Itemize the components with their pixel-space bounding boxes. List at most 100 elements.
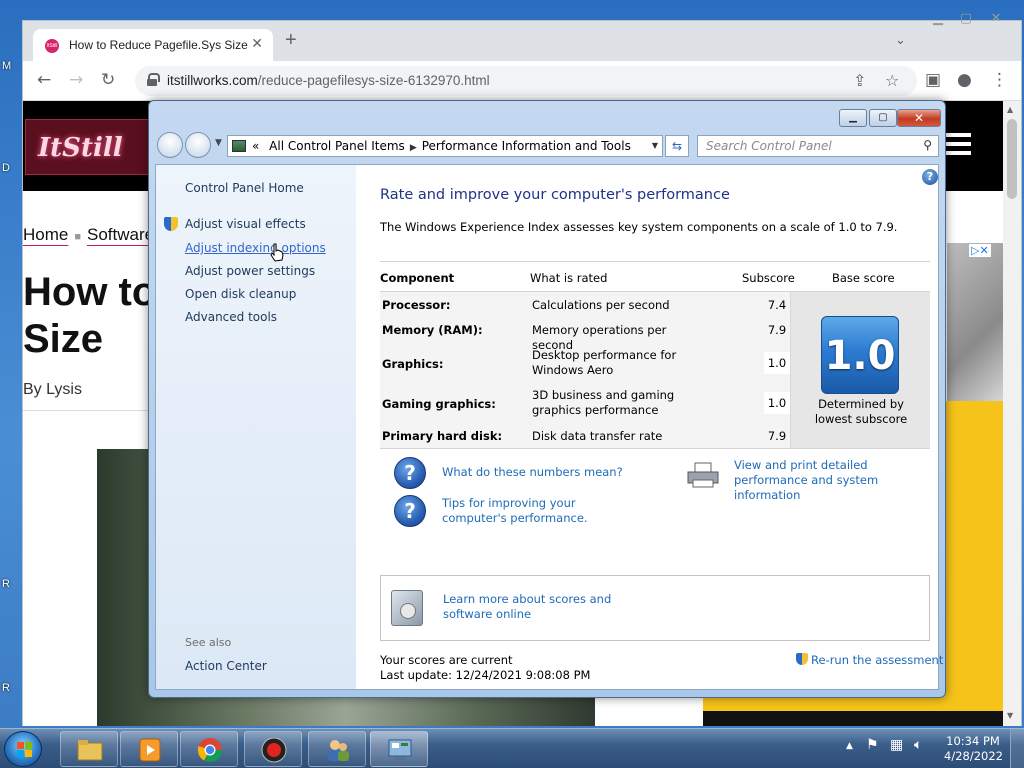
desktop-edge-text: R	[2, 682, 10, 694]
subscore-value: 7.4	[767, 298, 787, 312]
chrome-icon	[197, 738, 222, 763]
taskbar-control-panel-button[interactable]	[370, 731, 428, 767]
breadcrumb-overflow-icon[interactable]: «	[252, 139, 259, 153]
breadcrumb-arrow-icon[interactable]: ▶	[410, 143, 417, 153]
control-panel-icon	[388, 739, 412, 760]
help-icon[interactable]: ?	[922, 169, 938, 185]
new-tab-button[interactable]: +	[285, 29, 297, 52]
breadcrumb-all-items[interactable]: All Control Panel Items	[269, 139, 405, 153]
tips-for-improving-link[interactable]: Tips for improving your computer's perfo…	[442, 496, 642, 526]
view-and-print-details-link[interactable]: View and print detailed performance and …	[734, 458, 934, 503]
taskbar-recorder-button[interactable]	[244, 731, 302, 767]
scores-table: Processor: Calculations per second 7.4 M…	[380, 291, 930, 449]
url-path: /reduce-pagefilesys-size-6132970.html	[257, 73, 490, 88]
site-logo[interactable]: ItStill	[25, 119, 155, 175]
rerun-assessment-label: Re-run the assessment	[811, 653, 944, 667]
advanced-tools-link[interactable]: Advanced tools	[185, 310, 277, 324]
ad-image[interactable]	[947, 243, 1003, 403]
volume-icon[interactable]: 🔈︎	[914, 737, 922, 753]
component-name: Graphics:	[382, 357, 444, 371]
uac-shield-icon	[164, 217, 178, 233]
address-bar[interactable]: « All Control Panel Items ▶ Performance In…	[227, 135, 663, 157]
breadcrumb-software-link[interactable]: Software	[87, 225, 154, 244]
column-header-base-score: Base score	[832, 271, 895, 285]
minimize-icon[interactable]: ▁	[926, 12, 950, 28]
maximize-button[interactable]: ▢	[869, 109, 897, 127]
taskbar-users-button[interactable]	[308, 731, 366, 767]
action-center-flag-icon[interactable]: ⚑	[866, 737, 879, 753]
close-icon[interactable]: ✕	[984, 12, 1008, 28]
scores-current-text: Your scores are current	[380, 653, 513, 667]
lock-icon[interactable]	[147, 73, 160, 86]
scroll-down-icon[interactable]: ▼	[1007, 711, 1013, 720]
search-control-panel-input[interactable]: Search Control Panel ⚲	[697, 135, 939, 157]
reload-icon[interactable]: ↻	[101, 70, 115, 90]
what-is-rated: 3D business and gaming graphics performa…	[532, 388, 675, 417]
what-is-rated: Desktop performance for Windows Aero	[532, 348, 677, 377]
divider	[23, 410, 163, 411]
last-update-text: Last update: 12/24/2021 9:08:08 PM	[380, 668, 591, 682]
action-center-link[interactable]: Action Center	[185, 659, 267, 673]
back-arrow-icon[interactable]: ←	[37, 70, 51, 90]
network-icon[interactable]: ▦	[890, 737, 903, 753]
adjust-power-settings-link[interactable]: Adjust power settings	[185, 264, 315, 278]
control-panel-home-link[interactable]: Control Panel Home	[185, 181, 304, 195]
base-score-caption: Determined by lowest subscore	[814, 397, 908, 426]
ad-choices-icon[interactable]: ▷✕	[969, 244, 991, 257]
scrollbar-thumb[interactable]	[1007, 119, 1017, 199]
taskbar-chrome-button[interactable]	[180, 731, 238, 767]
scroll-up-icon[interactable]: ▲	[1007, 105, 1013, 114]
url-host: itstillworks.com	[167, 73, 258, 88]
browser-tab[interactable]: ItStill How to Reduce Pagefile.Sys Size …	[33, 29, 273, 61]
clock-date: 4/28/2022	[944, 749, 1003, 763]
site-favicon-icon: ItStill	[45, 39, 59, 53]
article-byline: By Lysis	[23, 381, 82, 398]
forward-button[interactable]	[185, 132, 211, 158]
minimize-button[interactable]: ▁	[839, 109, 867, 127]
tab-search-icon[interactable]: ⌄	[895, 33, 906, 48]
bookmark-star-icon[interactable]: ☆	[885, 71, 899, 90]
refresh-icon[interactable]: ⇆	[665, 135, 689, 157]
control-panel-content: Control Panel Home Adjust visual effects…	[155, 164, 943, 690]
what-do-numbers-mean-link[interactable]: What do these numbers mean?	[442, 465, 642, 480]
maximize-icon[interactable]: ▢	[954, 12, 978, 28]
forward-arrow-icon[interactable]: →	[69, 70, 83, 90]
profile-avatar-icon[interactable]: ●	[957, 70, 972, 90]
show-hidden-icons-icon[interactable]: ▲	[846, 741, 853, 751]
control-panel-window: ▁ ▢ ✕ ▼ « All Control Panel Items ▶ Perfor…	[148, 100, 946, 698]
windows-logo-icon	[17, 742, 33, 758]
url-text[interactable]: itstillworks.com/reduce-pagefilesys-size…	[167, 73, 490, 88]
close-tab-icon[interactable]: ✕	[251, 36, 263, 52]
scores-status: Your scores are current Last update: 12/…	[380, 653, 590, 683]
back-button[interactable]	[157, 132, 183, 158]
side-panel-icon[interactable]: ▣	[925, 70, 941, 90]
page-scrollbar[interactable]: ▲ ▼	[1003, 101, 1021, 726]
address-dropdown-icon[interactable]: ▼	[652, 141, 658, 150]
hamburger-menu-icon[interactable]	[945, 133, 971, 157]
adjust-indexing-options-link[interactable]: Adjust indexing options	[185, 241, 326, 255]
address-bar[interactable]: itstillworks.com/reduce-pagefilesys-size…	[135, 66, 917, 96]
taskbar-explorer-button[interactable]	[60, 731, 118, 767]
desktop-edge-text: R	[2, 578, 10, 590]
article-title: How to Size	[23, 270, 157, 361]
browser-menu-icon[interactable]: ⋮	[991, 70, 1008, 90]
breadcrumb-performance[interactable]: Performance Information and Tools	[422, 139, 631, 153]
rerun-assessment-link[interactable]: Re-run the assessment	[796, 653, 943, 667]
system-clock[interactable]: 10:34 PM 4/28/2022	[944, 734, 1003, 764]
show-desktop-button[interactable]	[1010, 729, 1024, 768]
recent-pages-dropdown-icon[interactable]: ▼	[215, 138, 222, 148]
share-icon[interactable]: ⇪	[853, 71, 866, 90]
close-button[interactable]: ✕	[897, 109, 941, 127]
question-icon: ?	[394, 457, 426, 489]
taskbar-media-player-button[interactable]	[120, 731, 178, 767]
address-breadcrumb: « All Control Panel Items ▶ Performance In…	[252, 139, 631, 153]
divider	[380, 261, 930, 262]
breadcrumb-home-link[interactable]: Home	[23, 225, 68, 244]
search-icon[interactable]: ⚲	[923, 138, 932, 152]
learn-more-link[interactable]: Learn more about scores and software onl…	[443, 592, 663, 622]
start-button[interactable]	[4, 731, 42, 767]
question-icon: ?	[394, 495, 426, 527]
folder-icon	[77, 740, 103, 761]
adjust-visual-effects-link[interactable]: Adjust visual effects	[185, 217, 306, 231]
open-disk-cleanup-link[interactable]: Open disk cleanup	[185, 287, 296, 301]
